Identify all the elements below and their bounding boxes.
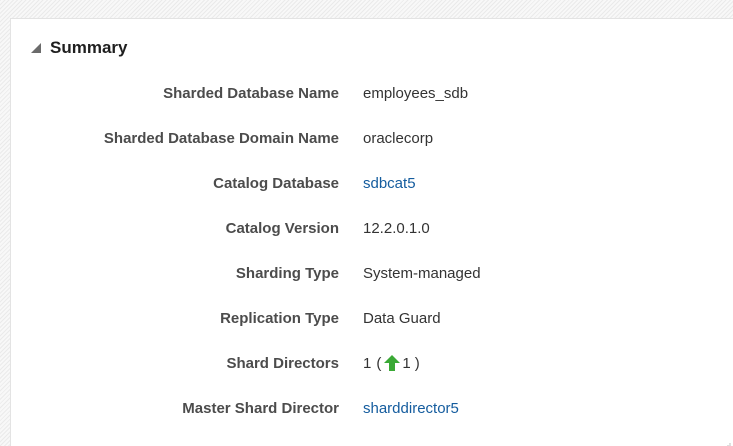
field-label: Sharded Database Name <box>163 84 339 102</box>
catalog-version-value: 12.2.0.1.0 <box>363 219 430 237</box>
row-sharded-database-name: Sharded Database Name employees_sdb <box>11 81 733 105</box>
master-shard-director-link[interactable]: sharddirector5 <box>363 400 459 417</box>
field-label: Sharded Database Domain Name <box>103 129 339 147</box>
sharded-database-domain-name-value: oraclecorp <box>363 129 434 147</box>
sharding-type-value: System-managed <box>363 264 481 282</box>
field-label: Master Shard Director <box>182 399 339 417</box>
row-master-shard-director: Master Shard Director sharddirector5 <box>11 396 733 420</box>
row-replication-type: Replication Type Data Guard <box>11 306 733 330</box>
summary-section-header[interactable]: Summary <box>30 37 127 59</box>
field-label: Sharding Type <box>235 264 339 282</box>
field-label: Catalog Version <box>225 219 339 237</box>
shard-directors-total: 1 <box>363 354 372 372</box>
summary-panel: Summary Sharded Database Name employees_… <box>10 18 733 446</box>
sharded-database-name-value: employees_sdb <box>363 84 469 102</box>
row-sharded-database-domain-name: Sharded Database Domain Name oraclecorp <box>11 126 733 150</box>
catalog-database-value-wrap: sdbcat5 <box>363 175 416 192</box>
open-paren: ( <box>376 354 382 372</box>
field-label: Replication Type <box>220 309 339 327</box>
row-shard-directors: Shard Directors 1 ( 1 ) <box>11 351 733 375</box>
field-label: Catalog Database <box>213 174 339 192</box>
row-catalog-version: Catalog Version 12.2.0.1.0 <box>11 216 733 240</box>
master-shard-director-value-wrap: sharddirector5 <box>363 400 459 417</box>
summary-title: Summary <box>50 38 128 57</box>
shard-directors-up-count: 1 <box>402 354 411 372</box>
replication-type-value: Data Guard <box>363 309 441 327</box>
field-label: Shard Directors <box>226 354 339 372</box>
triangle-expanded-icon[interactable] <box>30 42 42 54</box>
shard-directors-value: 1 ( 1 ) <box>363 354 420 372</box>
up-arrow-icon <box>383 354 401 372</box>
row-catalog-database: Catalog Database sdbcat5 <box>11 171 733 195</box>
row-sharding-type: Sharding Type System-managed <box>11 261 733 285</box>
close-paren: ) <box>414 354 420 372</box>
resize-grip-icon[interactable] <box>723 436 731 446</box>
catalog-database-link[interactable]: sdbcat5 <box>363 175 416 192</box>
